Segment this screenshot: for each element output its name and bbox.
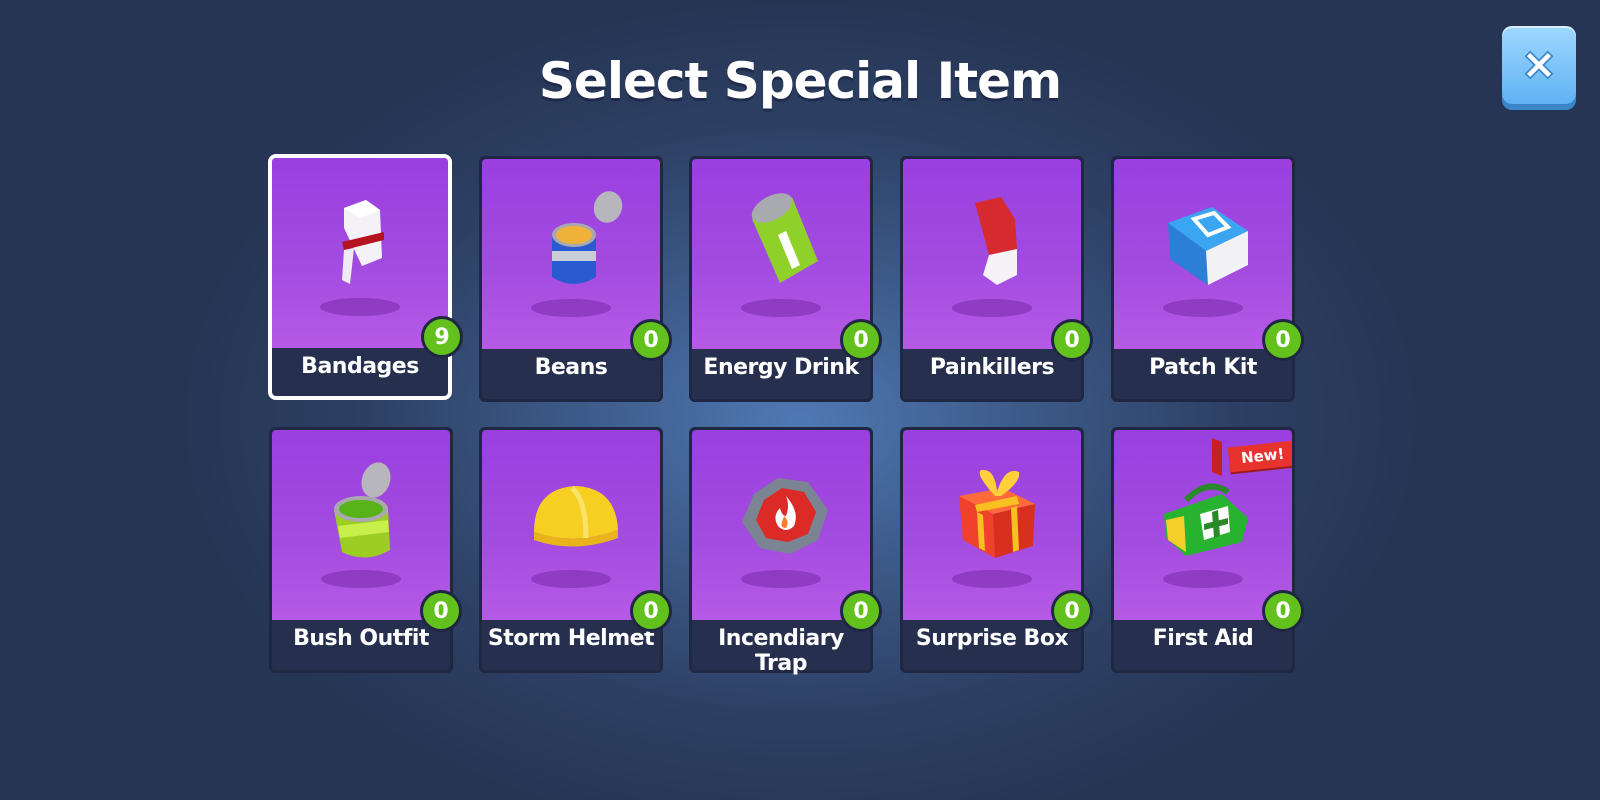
item-count-badge: 0 [630, 590, 672, 632]
item-art [272, 158, 448, 348]
item-label: Surprise Box [915, 626, 1069, 651]
patch-kit-icon [1168, 207, 1248, 285]
item-count-badge: 0 [840, 590, 882, 632]
item-card-storm-helmet[interactable]: Storm Helmet 0 [479, 427, 672, 673]
item-count-badge: 0 [840, 319, 882, 361]
item-count-badge: 0 [1262, 319, 1304, 361]
energy-drink-icon [751, 193, 818, 283]
item-art [692, 430, 870, 620]
item-label: Storm Helmet [487, 626, 655, 651]
item-card-incendiary-trap[interactable]: Incendiary Trap 0 [689, 427, 882, 676]
item-label: Bandages [301, 354, 419, 379]
item-art [272, 430, 450, 620]
item-art [1114, 159, 1292, 349]
item-label: Beans [534, 355, 608, 380]
item-art [692, 159, 870, 349]
item-label: Bush Outfit [293, 626, 429, 651]
page-title: Select Special Item [538, 52, 1062, 110]
item-count-badge: 0 [1262, 590, 1304, 632]
item-label: Energy Drink [703, 355, 859, 380]
pill-icon [975, 197, 1017, 285]
first-aid-kit-icon [1164, 483, 1248, 556]
fire-trap-icon [742, 478, 828, 554]
gift-box-icon [959, 469, 1035, 558]
item-art [482, 159, 660, 349]
new-badge: New! [1227, 440, 1292, 473]
item-card-bush-outfit[interactable]: Bush Outfit 0 [269, 427, 462, 673]
item-art [903, 159, 1081, 349]
item-card-painkillers[interactable]: Painkillers 0 [900, 156, 1093, 402]
item-count-badge: 0 [420, 590, 462, 632]
item-count-badge: 9 [421, 316, 463, 358]
item-label: First Aid [1152, 626, 1254, 651]
item-label: Incendiary Trap [718, 626, 844, 676]
item-card-bandages[interactable]: Bandages 9 [268, 154, 463, 400]
beans-can-icon [552, 191, 623, 284]
close-icon [1524, 50, 1554, 80]
item-count-badge: 0 [1051, 590, 1093, 632]
bandage-icon [342, 200, 384, 284]
item-card-surprise-box[interactable]: Surprise Box 0 [900, 427, 1093, 673]
helmet-icon [534, 486, 618, 547]
item-art: New! [1114, 430, 1292, 620]
item-art [482, 430, 660, 620]
bush-can-icon [334, 462, 391, 558]
item-label: Painkillers [929, 355, 1055, 380]
item-card-energy-drink[interactable]: Energy Drink 0 [689, 156, 882, 402]
item-card-first-aid[interactable]: New! First Aid 0 [1111, 427, 1304, 673]
item-card-beans[interactable]: Beans 0 [479, 156, 672, 402]
item-count-badge: 0 [630, 319, 672, 361]
close-button[interactable] [1502, 26, 1576, 104]
item-label: Patch Kit [1149, 355, 1257, 380]
item-count-badge: 0 [1051, 319, 1093, 361]
item-card-patch-kit[interactable]: Patch Kit 0 [1111, 156, 1304, 402]
item-art [903, 430, 1081, 620]
